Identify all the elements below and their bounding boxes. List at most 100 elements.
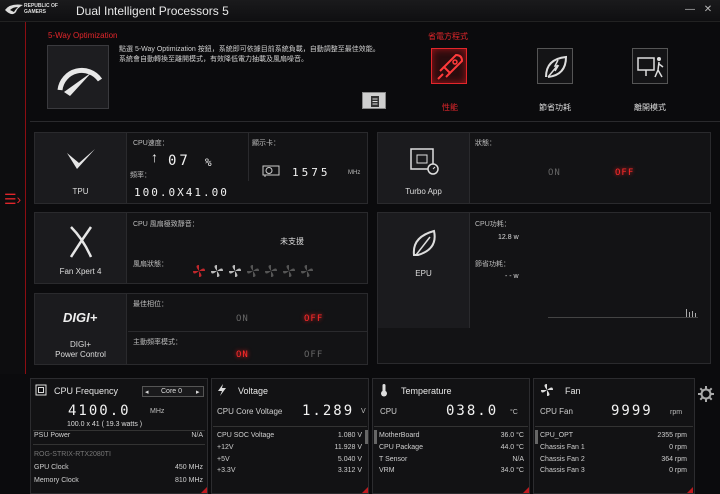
performance-mode-label: 性能 <box>442 103 458 112</box>
gpu-frequency-value: 1575 <box>292 166 331 179</box>
digi-label-line2: Power Control <box>55 350 106 359</box>
tpu-label: TPU <box>72 187 89 196</box>
turbo-app-off-toggle[interactable]: OFF <box>615 168 634 178</box>
active-freq-on-toggle[interactable]: ON <box>236 350 249 360</box>
cpu-frequency-value: 4100.0 <box>68 403 131 419</box>
cpu-frequency-divider <box>33 430 205 431</box>
voltage-row-label: CPU SOC Voltage <box>217 432 275 439</box>
rocket-icon <box>437 53 464 80</box>
cpu-temperature-label: CPU <box>380 407 397 416</box>
fan-row-label: Chassis Fan 2 <box>540 456 585 463</box>
power-modes-label: 省電方程式 <box>428 32 468 41</box>
digi-tile[interactable]: DIGI+ DIGI+ Power Control <box>35 294 127 364</box>
active-freq-off-toggle[interactable]: OFF <box>304 350 323 360</box>
memory-clock-value: 810 MHz <box>174 477 203 484</box>
tpu-icon <box>67 149 95 169</box>
previous-core-icon[interactable]: ◂ <box>145 388 149 396</box>
turbo-app-on-toggle[interactable]: ON <box>548 168 561 178</box>
power-saving-mode-button[interactable] <box>537 48 573 84</box>
gpu-frequency-unit: MHz <box>348 170 361 176</box>
leaf-power-icon <box>545 55 568 78</box>
fan-xpert-tile[interactable]: Fan Xpert 4 <box>35 213 127 283</box>
cpu-frequency-unit: MHz <box>150 408 165 415</box>
gpu-name: ROG-STRIX-RTX2080TI <box>34 451 111 458</box>
temperature-title: Temperature <box>401 386 452 396</box>
next-core-icon[interactable]: ▸ <box>196 388 200 396</box>
voltage-row-value: 1.080 V <box>337 432 362 439</box>
cpu-temperature-unit: °C <box>510 409 518 416</box>
cpu-power-label: CPU功耗： <box>475 221 511 228</box>
temperature-row-value: 44.0 °C <box>500 444 524 451</box>
fan-2-icon <box>211 265 223 277</box>
gear-icon[interactable] <box>698 386 714 402</box>
gpu-clock-label: GPU Clock <box>34 464 69 471</box>
fan-3-icon <box>229 265 241 277</box>
cpu-speed-unit: % <box>205 156 215 169</box>
turbo-app-icon <box>410 148 439 175</box>
menu-expand-icon[interactable]: ☰› <box>4 192 22 206</box>
turbo-app-tile[interactable]: Turbo App <box>378 133 470 203</box>
fan-xpert-label: Fan Xpert 4 <box>59 267 102 276</box>
temperature-divider <box>374 426 528 427</box>
rog-eye-icon <box>5 4 23 15</box>
fan-row-value: 0 rpm <box>669 444 687 451</box>
temperature-scrollbar[interactable] <box>374 430 377 444</box>
fan-5-icon <box>265 265 277 277</box>
best-phase-off-toggle[interactable]: OFF <box>304 314 323 324</box>
five-way-optimization-button[interactable] <box>47 45 109 109</box>
logo-text: REPUBLIC OF GAMERS <box>24 3 58 15</box>
saved-power-value: - - w <box>505 273 519 280</box>
temperature-row-label: MotherBoard <box>379 432 420 439</box>
performance-mode-button[interactable] <box>431 48 467 84</box>
cpu-fan-label: CPU Fan <box>540 407 573 416</box>
cpu-fan-value: 9999 <box>611 403 653 419</box>
fan-status-icons <box>192 264 322 280</box>
memory-clock-label: Memory Clock <box>34 477 79 484</box>
fan-divider <box>535 426 693 427</box>
core-selector[interactable]: ◂ Core 0 ▸ <box>142 386 204 397</box>
away-icon <box>637 57 664 78</box>
temperature-row-label: T Sensor <box>379 456 408 463</box>
lightning-icon <box>218 384 226 396</box>
voltage-row-value: 5.040 V <box>337 456 362 463</box>
frequency-value: 100.0X41.00 <box>134 186 229 199</box>
epu-graph-baseline <box>548 317 698 318</box>
cpu-frequency-detail: 100.0 x 41 ( 19.3 watts ) <box>67 421 143 428</box>
cpu-fan-silent-value: 未支援 <box>280 237 304 246</box>
optimization-description: 點選 5-Way Optimization 按鈕，系統即可依據目前系統負載，自動… <box>119 46 380 63</box>
voltage-expand-icon[interactable] <box>362 487 368 493</box>
fan-1-icon <box>193 265 205 277</box>
tpu-tile[interactable]: TPU <box>35 133 127 203</box>
fan-row-value: 0 rpm <box>669 467 687 474</box>
cpu-core-voltage-value: 1.289 <box>302 403 355 419</box>
fan-expand-icon[interactable] <box>687 487 693 493</box>
section-divider <box>30 121 720 122</box>
fan-scrollbar[interactable] <box>535 430 538 444</box>
active-freq-label: 主動頻率模式： <box>133 339 182 346</box>
fan-6-icon <box>283 265 295 277</box>
temperature-expand-icon[interactable] <box>523 487 529 493</box>
digi-divider <box>128 331 368 332</box>
gpu-clock-value: 450 MHz <box>174 464 203 471</box>
minimize-button[interactable]: — <box>684 4 696 16</box>
cpu-core-voltage-label: CPU Core Voltage <box>217 407 283 416</box>
away-mode-button[interactable] <box>632 48 668 84</box>
best-phase-on-toggle[interactable]: ON <box>236 314 249 324</box>
digi-logo: DIGI+ <box>63 310 98 325</box>
core-selector-value: Core 0 <box>161 388 183 395</box>
cpu-frequency-expand-icon[interactable] <box>201 487 207 493</box>
frequency-label: 頻率： <box>130 172 151 179</box>
voltage-scrollbar[interactable] <box>365 430 368 444</box>
temperature-row-value: N/A <box>512 456 524 463</box>
notes-button[interactable] <box>362 92 386 109</box>
thermometer-icon <box>381 384 387 397</box>
cpu-frequency-title: CPU Frequency <box>54 386 119 396</box>
app-title: Dual Intelligent Processors 5 <box>76 4 229 18</box>
temperature-row-value: 36.0 °C <box>500 432 524 439</box>
fan-row-label: CPU_OPT <box>540 432 574 439</box>
epu-tile[interactable]: EPU <box>378 213 470 328</box>
close-button[interactable]: ✕ <box>702 4 714 16</box>
document-icon <box>371 96 379 107</box>
voltage-row-value: 11.928 V <box>334 444 362 451</box>
digi-label-line1: DIGI+ <box>69 340 92 349</box>
